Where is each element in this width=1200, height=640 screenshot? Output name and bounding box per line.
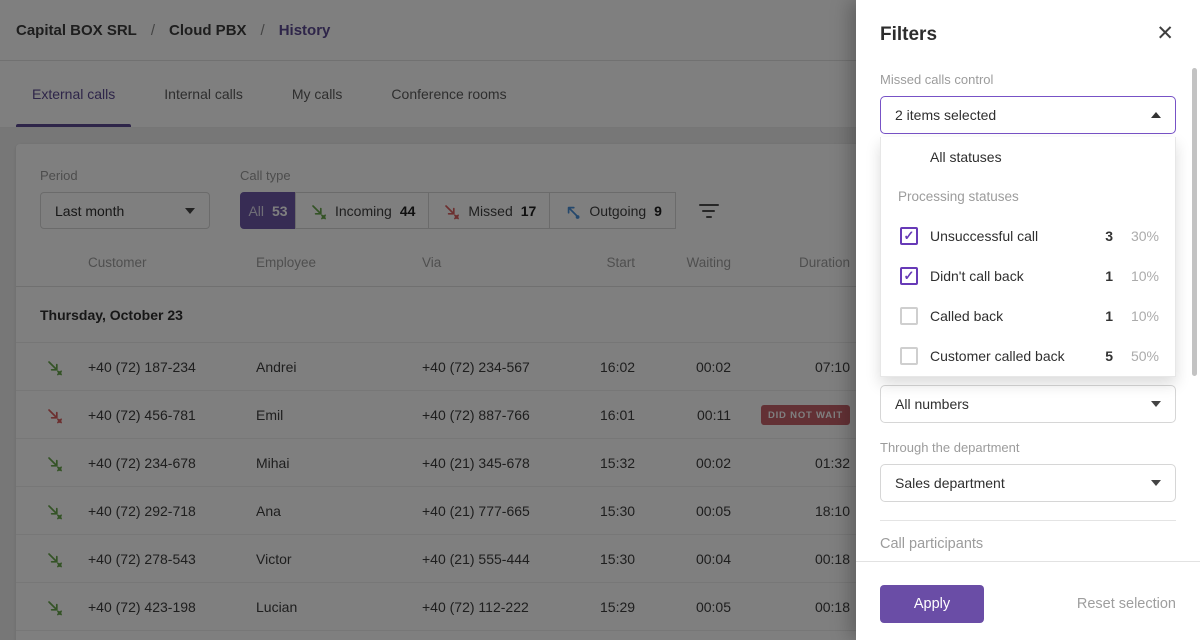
missed-calls-select[interactable]: 2 items selected (880, 96, 1176, 134)
processing-statuses-group-label: Processing statuses (898, 189, 1019, 204)
apply-button[interactable]: Apply (880, 585, 984, 623)
checkbox[interactable] (900, 227, 918, 245)
numbers-select[interactable]: All numbers (880, 385, 1176, 423)
option-percent: 50% (1130, 348, 1159, 364)
option-label: Didn't call back (930, 268, 1024, 284)
close-icon[interactable]: ✕ (1156, 23, 1174, 44)
department-select[interactable]: Sales department (880, 464, 1176, 502)
department-label: Through the department (880, 440, 1020, 455)
checkbox[interactable] (900, 267, 918, 285)
footer-divider (856, 561, 1200, 562)
checkbox[interactable] (900, 307, 918, 325)
option-didnt-call-back[interactable]: Didn't call back 1 10% (881, 256, 1175, 296)
department-value: Sales department (895, 475, 1005, 491)
reset-selection-link[interactable]: Reset selection (1077, 596, 1176, 612)
option-percent: 30% (1130, 228, 1159, 244)
option-count: 3 (1105, 228, 1113, 244)
chevron-down-icon (1151, 480, 1161, 486)
option-count: 1 (1105, 308, 1113, 324)
selected-summary: 2 items selected (895, 107, 997, 123)
checkbox[interactable] (900, 347, 918, 365)
option-label: Called back (930, 308, 1004, 324)
option-percent: 10% (1130, 268, 1159, 284)
filters-title: Filters (880, 24, 938, 45)
numbers-value: All numbers (895, 396, 969, 412)
missed-calls-control-label: Missed calls control (880, 72, 994, 87)
chevron-up-icon (1151, 112, 1161, 118)
option-called-back[interactable]: Called back 1 10% (881, 296, 1175, 336)
filters-panel: Filters ✕ Missed calls control 2 items s… (856, 0, 1200, 640)
screen: Capital BOX SRL / Cloud PBX / History Ex… (0, 0, 1200, 640)
option-unsuccessful-call[interactable]: Unsuccessful call 3 30% (881, 216, 1175, 256)
chevron-down-icon (1151, 401, 1161, 407)
panel-scrollbar[interactable] (1192, 68, 1197, 376)
option-count: 1 (1105, 268, 1113, 284)
status-dropdown-list: All statuses Processing statuses Unsucce… (880, 137, 1176, 377)
option-customer-called-back[interactable]: Customer called back 5 50% (881, 336, 1175, 376)
option-percent: 10% (1130, 308, 1159, 324)
divider (880, 520, 1176, 521)
option-count: 5 (1105, 348, 1113, 364)
option-label: Unsuccessful call (930, 228, 1039, 244)
call-participants-label: Call participants (880, 536, 984, 552)
option-all-statuses[interactable]: All statuses (881, 137, 1175, 177)
option-label: Customer called back (930, 348, 1065, 364)
